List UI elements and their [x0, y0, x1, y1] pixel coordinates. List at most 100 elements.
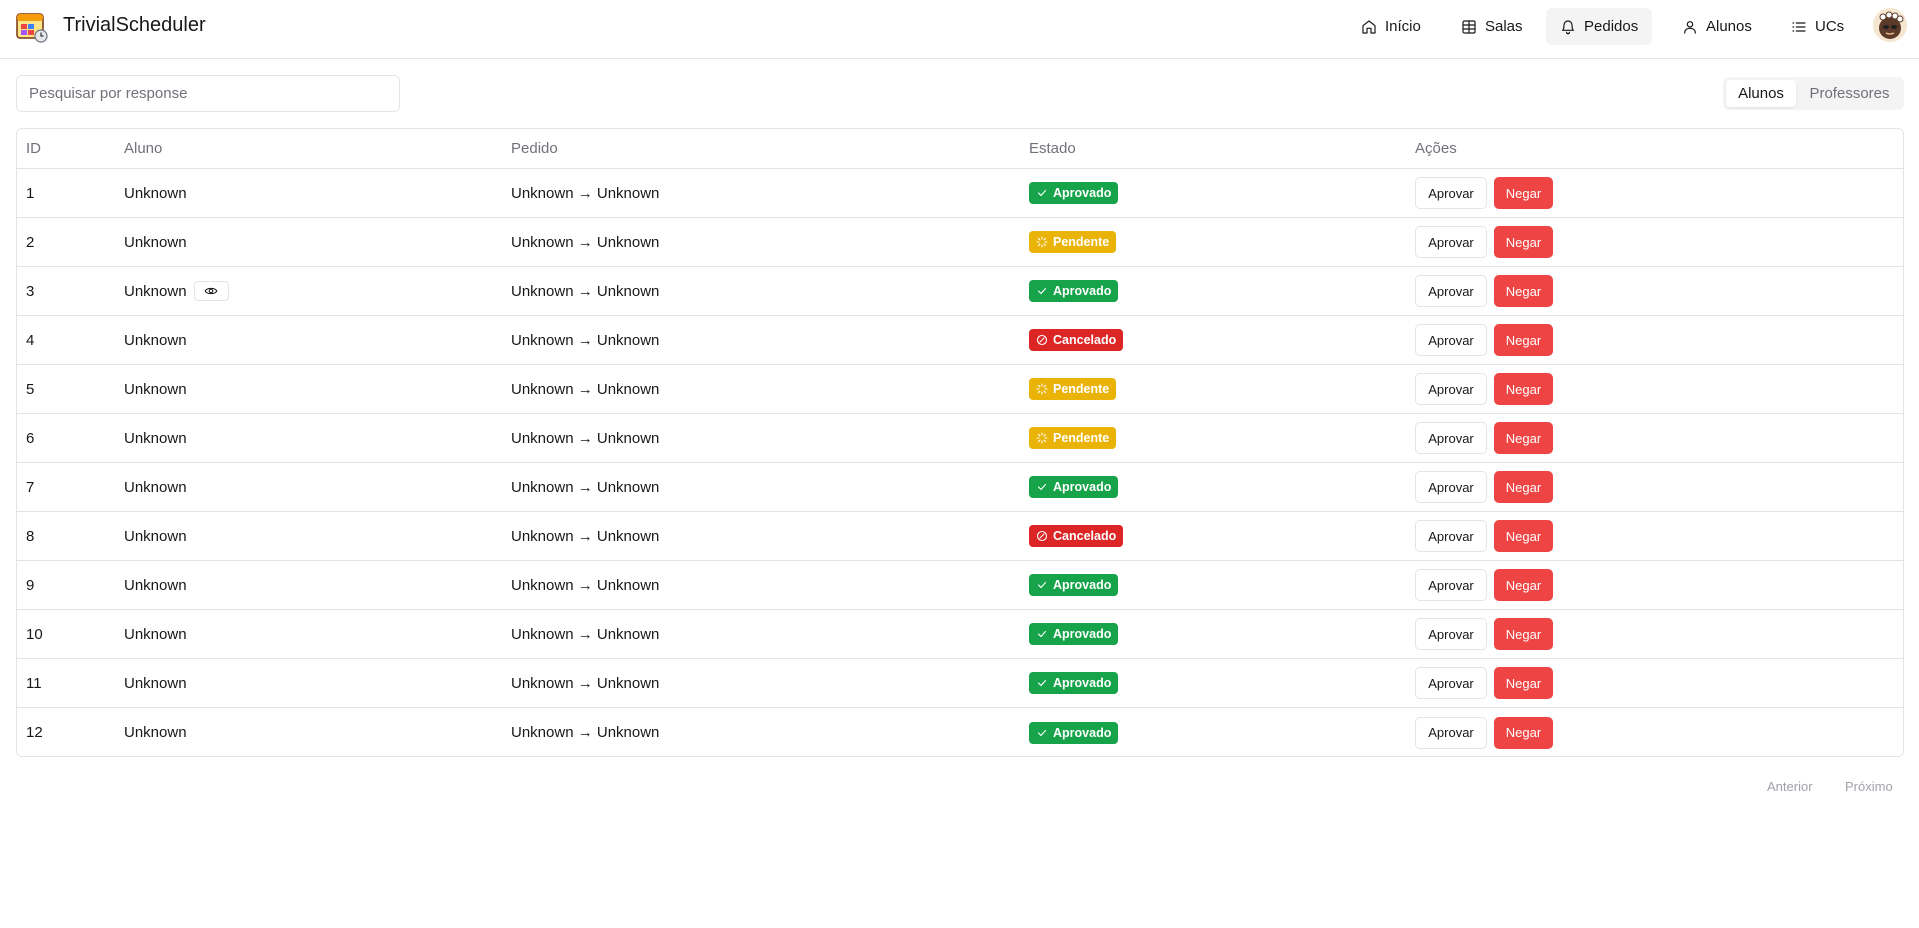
- check-icon: [1037, 630, 1047, 638]
- cell-estado: Aprovado: [1029, 169, 1119, 217]
- approve-button[interactable]: Aprovar: [1415, 373, 1487, 405]
- status-badge: Cancelado: [1029, 525, 1124, 547]
- status-badge: Pendente: [1029, 231, 1117, 253]
- header-aluno: Aluno: [124, 140, 163, 157]
- table-row: 1 Unknown Unknown → Unknown Aprovado Aprovar…: [17, 169, 1903, 218]
- cell-estado: Pendente: [1029, 414, 1117, 462]
- pagination-next-button[interactable]: Próximo: [1845, 779, 1893, 794]
- table-header: ID Aluno Pedido Estado Ações: [17, 129, 1903, 169]
- aluno-name: Unknown: [124, 282, 187, 300]
- approve-button[interactable]: Aprovar: [1415, 275, 1487, 307]
- table-row: 12 Unknown Unknown → Unknown Aprovado Aprova…: [17, 708, 1903, 756]
- cell-id: 11: [26, 674, 42, 692]
- status-label: Aprovado: [1053, 284, 1112, 298]
- list-icon: [1792, 21, 1806, 32]
- user-icon: [1684, 20, 1696, 34]
- loader-icon: [1036, 383, 1048, 395]
- cell-estado: Pendente: [1029, 365, 1117, 413]
- deny-button[interactable]: Negar: [1494, 716, 1553, 749]
- nav-item-alunos[interactable]: Alunos: [1668, 8, 1766, 45]
- status-badge: Aprovado: [1029, 721, 1119, 744]
- approve-button[interactable]: Aprovar: [1415, 324, 1487, 356]
- cell-id: 1: [26, 184, 35, 202]
- deny-button[interactable]: Negar: [1494, 471, 1553, 503]
- cell-id: 5: [26, 380, 35, 398]
- deny-button[interactable]: Negar: [1494, 177, 1553, 209]
- check-icon: [1037, 679, 1047, 687]
- approve-button[interactable]: Aprovar: [1415, 716, 1487, 749]
- cell-id: 7: [26, 478, 35, 496]
- table-row: 2 Unknown Unknown → Unknown Pendente Aprovar…: [17, 218, 1903, 267]
- table-row: 8 Unknown Unknown → Unknown Cancelado Aprova…: [17, 512, 1903, 561]
- cell-acoes: Aprovar Negar: [1415, 463, 1553, 511]
- status-label: Pendente: [1053, 382, 1110, 396]
- approve-button[interactable]: Aprovar: [1415, 618, 1487, 650]
- cell-acoes: Aprovar Negar: [1415, 512, 1553, 560]
- app-title[interactable]: TrivialScheduler: [63, 14, 206, 37]
- toggle-alunos[interactable]: Alunos: [1726, 80, 1796, 107]
- app-logo-icon[interactable]: [15, 10, 49, 44]
- deny-button[interactable]: Negar: [1494, 667, 1553, 699]
- status-label: Aprovado: [1053, 725, 1112, 740]
- cell-acoes: Aprovar Negar: [1415, 365, 1553, 413]
- status-badge: Aprovado: [1029, 574, 1119, 596]
- aluno-name: Unknown: [124, 233, 187, 251]
- aluno-name: Unknown: [124, 478, 187, 496]
- cell-pedido: Unknown → Unknown: [511, 527, 660, 545]
- cell-pedido: Unknown → Unknown: [511, 380, 660, 398]
- cell-pedido: Unknown → Unknown: [511, 724, 660, 741]
- cell-aluno: Unknown: [124, 512, 187, 560]
- deny-button[interactable]: Negar: [1494, 422, 1553, 454]
- status-label: Cancelado: [1053, 529, 1117, 543]
- cell-acoes: Aprovar Negar: [1415, 414, 1553, 462]
- nav-item-pedidos[interactable]: Pedidos: [1546, 8, 1653, 45]
- cell-estado: Aprovado: [1029, 610, 1119, 658]
- approve-button[interactable]: Aprovar: [1415, 177, 1487, 209]
- cell-pedido: Unknown → Unknown: [511, 478, 660, 496]
- nav-item-inicio[interactable]: Início: [1347, 8, 1435, 45]
- search-input[interactable]: [16, 75, 400, 112]
- avatar[interactable]: [1873, 8, 1907, 42]
- approve-button[interactable]: Aprovar: [1415, 422, 1487, 454]
- status-badge: Cancelado: [1029, 329, 1124, 351]
- deny-button[interactable]: Negar: [1494, 373, 1553, 405]
- deny-button[interactable]: Negar: [1494, 569, 1553, 601]
- pagination-prev-button[interactable]: Anterior: [1767, 779, 1813, 794]
- nav-label: UCs: [1815, 18, 1845, 35]
- nav-label: Início: [1385, 18, 1421, 35]
- requests-table: ID Aluno Pedido Estado Ações 1 Unknown Unk…: [16, 128, 1904, 757]
- cell-acoes: Aprovar Negar: [1415, 267, 1553, 315]
- nav-label: Salas: [1485, 18, 1523, 35]
- approve-button[interactable]: Aprovar: [1415, 667, 1487, 699]
- cell-aluno: Unknown: [124, 463, 187, 511]
- aluno-name: Unknown: [124, 380, 187, 398]
- status-badge: Aprovado: [1029, 623, 1119, 645]
- bell-icon: [1562, 19, 1574, 34]
- nav-item-ucs[interactable]: UCs: [1777, 8, 1858, 45]
- deny-button[interactable]: Negar: [1494, 618, 1553, 650]
- cell-aluno: Unknown: [124, 561, 187, 609]
- approve-button[interactable]: Aprovar: [1415, 226, 1487, 258]
- status-badge: Pendente: [1029, 378, 1117, 400]
- eye-icon: [204, 287, 218, 295]
- status-badge: Aprovado: [1029, 182, 1119, 204]
- deny-button[interactable]: Negar: [1494, 275, 1553, 307]
- cell-estado: Aprovado: [1029, 267, 1119, 315]
- cell-pedido: Unknown → Unknown: [511, 429, 660, 447]
- toggle-professores[interactable]: Professores: [1798, 80, 1901, 107]
- table-row: 5 Unknown Unknown → Unknown Pendente Aprovar…: [17, 365, 1903, 414]
- approve-button[interactable]: Aprovar: [1415, 520, 1487, 552]
- approve-button[interactable]: Aprovar: [1415, 569, 1487, 601]
- aluno-name: Unknown: [124, 184, 187, 202]
- view-button[interactable]: [193, 281, 229, 301]
- nav-item-salas[interactable]: Salas: [1447, 8, 1537, 45]
- cell-acoes: Aprovar Negar: [1415, 610, 1553, 658]
- deny-button[interactable]: Negar: [1494, 520, 1553, 552]
- approve-button[interactable]: Aprovar: [1415, 471, 1487, 503]
- aluno-name: Unknown: [124, 724, 187, 741]
- cell-estado: Aprovado: [1029, 561, 1119, 609]
- cell-estado: Cancelado: [1029, 512, 1124, 560]
- deny-button[interactable]: Negar: [1494, 324, 1553, 356]
- cell-pedido: Unknown → Unknown: [511, 233, 660, 251]
- deny-button[interactable]: Negar: [1494, 226, 1553, 258]
